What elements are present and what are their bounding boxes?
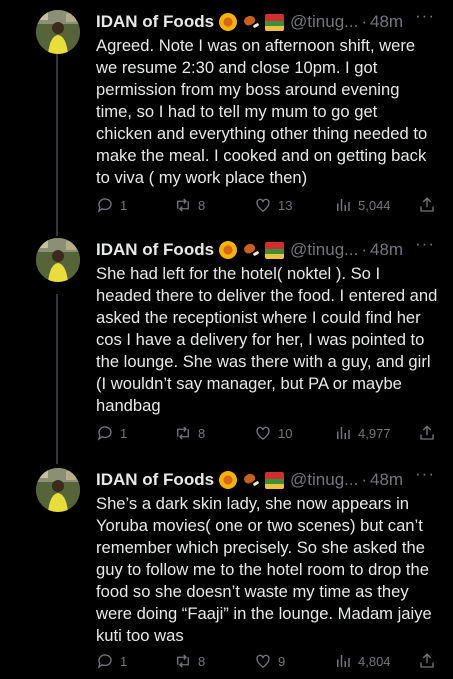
orange-slice-emoji-icon (219, 471, 238, 489)
avatar[interactable] (36, 10, 80, 54)
author-name[interactable]: IDAN of Foods (96, 12, 214, 32)
reply-count: 1 (120, 425, 128, 441)
views-icon (337, 655, 350, 667)
retweet-count: 8 (198, 425, 206, 441)
tweet-text: She’s a dark skin lady, she now appears … (96, 494, 432, 645)
author-handle[interactable]: @tinug... (290, 240, 358, 260)
separator-dot: · (361, 470, 368, 489)
thread-line (56, 50, 58, 236)
drumstick-emoji-icon (242, 13, 260, 31)
more-options-button[interactable]: ··· (415, 6, 435, 26)
views-icon (337, 427, 350, 439)
reply-count: 1 (120, 197, 128, 213)
views-button[interactable]: 5,044 (334, 196, 391, 214)
reply-count: 1 (120, 653, 128, 669)
like-button[interactable]: 9 (254, 652, 285, 670)
reply-button[interactable]: 1 (96, 424, 127, 442)
views-count: 5,044 (358, 197, 391, 213)
like-count: 13 (278, 197, 293, 213)
tweet-text: She had left for the hotel( noktel ). So… (96, 264, 438, 415)
like-icon (256, 654, 270, 668)
thread-line (56, 294, 58, 464)
share-icon (420, 197, 434, 212)
separator-dot: · (361, 240, 368, 259)
like-icon (256, 198, 270, 212)
author-name[interactable]: IDAN of Foods (96, 470, 214, 490)
retweet-button[interactable]: 8 (174, 424, 205, 442)
views-icon (337, 199, 350, 211)
separator-dot: · (361, 12, 368, 31)
author-handle[interactable]: @tinug... (290, 12, 358, 32)
timestamp[interactable]: 48m (370, 12, 403, 32)
reply-icon (97, 198, 112, 213)
bento-box-emoji-icon (265, 13, 285, 31)
views-button[interactable]: 4,804 (334, 652, 391, 670)
reply-icon (97, 654, 112, 669)
like-count: 9 (278, 653, 286, 669)
views-count: 4,977 (358, 425, 391, 441)
drumstick-emoji-icon (242, 241, 260, 259)
reply-button[interactable]: 1 (96, 652, 127, 670)
share-button[interactable] (418, 652, 436, 670)
more-options-button[interactable]: ··· (415, 234, 435, 254)
author-name[interactable]: IDAN of Foods (96, 240, 214, 260)
avatar[interactable] (36, 468, 80, 512)
retweet-icon (177, 654, 189, 668)
share-button[interactable] (418, 196, 436, 214)
share-button[interactable] (418, 424, 436, 442)
share-icon (420, 653, 434, 668)
tweet-text: Agreed. Note I was on afternoon shift, w… (96, 36, 428, 187)
timestamp[interactable]: 48m (370, 470, 403, 490)
author-handle[interactable]: @tinug... (290, 470, 358, 490)
reply-button[interactable]: 1 (96, 196, 127, 214)
more-options-button[interactable]: ··· (415, 464, 435, 484)
retweet-icon (177, 198, 189, 212)
drumstick-emoji-icon (242, 471, 260, 489)
like-button[interactable]: 10 (254, 424, 292, 442)
orange-slice-emoji-icon (219, 13, 238, 31)
retweet-button[interactable]: 8 (174, 652, 205, 670)
share-icon (420, 425, 434, 440)
like-icon (256, 426, 270, 440)
views-count: 4,804 (358, 653, 391, 669)
avatar[interactable] (36, 238, 80, 282)
retweet-button[interactable]: 8 (174, 196, 205, 214)
orange-slice-emoji-icon (219, 241, 238, 259)
timestamp[interactable]: 48m (370, 240, 403, 260)
like-button[interactable]: 13 (254, 196, 292, 214)
reply-icon (97, 426, 112, 441)
bento-box-emoji-icon (265, 471, 285, 489)
retweet-icon (177, 426, 189, 440)
bento-box-emoji-icon (265, 241, 285, 259)
retweet-count: 8 (198, 653, 206, 669)
retweet-count: 8 (198, 197, 206, 213)
like-count: 10 (278, 425, 293, 441)
views-button[interactable]: 4,977 (334, 424, 391, 442)
